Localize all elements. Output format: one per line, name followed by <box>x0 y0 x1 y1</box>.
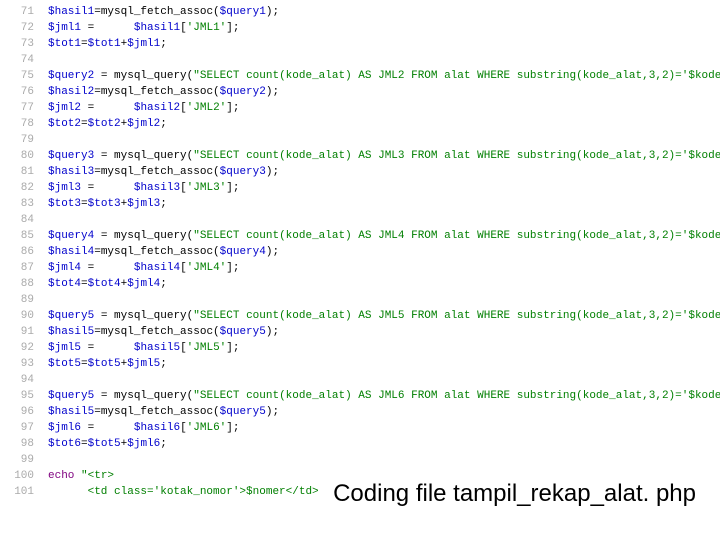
code-editor[interactable]: 7172737475767778798081828384858687888990… <box>0 0 720 540</box>
line-number: 73 <box>4 36 34 52</box>
line-number: 75 <box>4 68 34 84</box>
line-number: 84 <box>4 212 34 228</box>
line-number: 93 <box>4 356 34 372</box>
line-number: 94 <box>4 372 34 388</box>
line-number: 82 <box>4 180 34 196</box>
line-number: 77 <box>4 100 34 116</box>
line-number: 83 <box>4 196 34 212</box>
code-line[interactable]: $tot6=$tot5+$jml6; <box>48 436 716 452</box>
code-line[interactable]: $jml3 = $hasil3['JML3']; <box>48 180 716 196</box>
code-line[interactable]: $query5 = mysql_query("SELECT count(kode… <box>48 308 716 324</box>
line-number: 81 <box>4 164 34 180</box>
code-line[interactable] <box>48 52 716 68</box>
code-line[interactable] <box>48 452 716 468</box>
code-line[interactable]: $query2 = mysql_query("SELECT count(kode… <box>48 68 716 84</box>
line-number: 101 <box>4 484 34 500</box>
code-line[interactable]: $jml5 = $hasil5['JML5']; <box>48 340 716 356</box>
code-area[interactable]: $hasil1=mysql_fetch_assoc($query1);$jml1… <box>48 0 720 540</box>
code-line[interactable] <box>48 372 716 388</box>
code-line[interactable]: $hasil2=mysql_fetch_assoc($query2); <box>48 84 716 100</box>
line-number: 78 <box>4 116 34 132</box>
line-number: 96 <box>4 404 34 420</box>
line-number: 98 <box>4 436 34 452</box>
code-line[interactable]: $tot2=$tot2+$jml2; <box>48 116 716 132</box>
line-number: 92 <box>4 340 34 356</box>
code-line[interactable]: $jml4 = $hasil4['JML4']; <box>48 260 716 276</box>
code-line[interactable]: $hasil5=mysql_fetch_assoc($query5); <box>48 404 716 420</box>
code-line[interactable]: $hasil1=mysql_fetch_assoc($query1); <box>48 4 716 20</box>
caption-label: Coding file tampil_rekap_alat. php <box>327 484 702 504</box>
line-number: 86 <box>4 244 34 260</box>
line-number: 99 <box>4 452 34 468</box>
code-line[interactable] <box>48 292 716 308</box>
line-number: 90 <box>4 308 34 324</box>
code-line[interactable]: $hasil4=mysql_fetch_assoc($query4); <box>48 244 716 260</box>
code-line[interactable]: $tot5=$tot5+$jml5; <box>48 356 716 372</box>
line-number: 76 <box>4 84 34 100</box>
line-number: 72 <box>4 20 34 36</box>
code-line[interactable]: $tot3=$tot3+$jml3; <box>48 196 716 212</box>
code-line[interactable] <box>48 212 716 228</box>
code-line[interactable]: $hasil5=mysql_fetch_assoc($query5); <box>48 324 716 340</box>
line-number: 95 <box>4 388 34 404</box>
line-number: 85 <box>4 228 34 244</box>
line-number-gutter: 7172737475767778798081828384858687888990… <box>0 0 48 540</box>
line-number: 97 <box>4 420 34 436</box>
code-line[interactable]: $tot1=$tot1+$jml1; <box>48 36 716 52</box>
line-number: 74 <box>4 52 34 68</box>
code-line[interactable]: $query5 = mysql_query("SELECT count(kode… <box>48 388 716 404</box>
code-line[interactable] <box>48 132 716 148</box>
line-number: 91 <box>4 324 34 340</box>
code-line[interactable]: $tot4=$tot4+$jml4; <box>48 276 716 292</box>
code-line[interactable]: $hasil3=mysql_fetch_assoc($query3); <box>48 164 716 180</box>
code-line[interactable]: $jml6 = $hasil6['JML6']; <box>48 420 716 436</box>
code-line[interactable]: $jml1 = $hasil1['JML1']; <box>48 20 716 36</box>
line-number: 71 <box>4 4 34 20</box>
code-line[interactable]: $jml2 = $hasil2['JML2']; <box>48 100 716 116</box>
line-number: 89 <box>4 292 34 308</box>
line-number: 80 <box>4 148 34 164</box>
code-line[interactable]: $query4 = mysql_query("SELECT count(kode… <box>48 228 716 244</box>
line-number: 87 <box>4 260 34 276</box>
line-number: 100 <box>4 468 34 484</box>
code-line[interactable]: $query3 = mysql_query("SELECT count(kode… <box>48 148 716 164</box>
line-number: 79 <box>4 132 34 148</box>
line-number: 88 <box>4 276 34 292</box>
